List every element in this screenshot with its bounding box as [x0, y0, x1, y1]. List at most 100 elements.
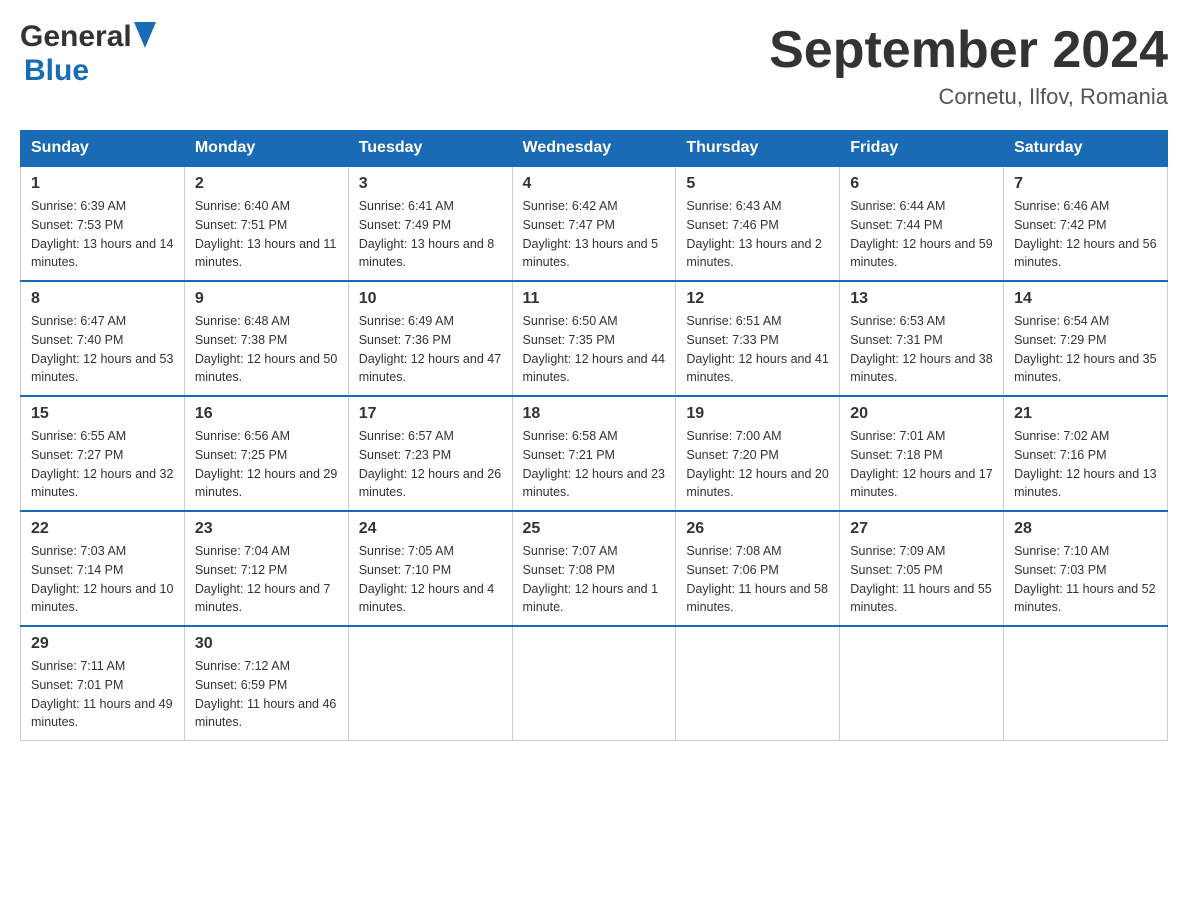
day-number: 30 — [195, 635, 338, 653]
day-number: 12 — [686, 290, 829, 308]
day-number: 4 — [523, 175, 666, 193]
weekday-header-row: SundayMondayTuesdayWednesdayThursdayFrid… — [21, 131, 1168, 167]
calendar-cell: 22 Sunrise: 7:03 AMSunset: 7:14 PMDayligh… — [21, 511, 185, 626]
week-row-3: 15 Sunrise: 6:55 AMSunset: 7:27 PMDayligh… — [21, 396, 1168, 511]
calendar-cell: 7 Sunrise: 6:46 AMSunset: 7:42 PMDaylight… — [1004, 166, 1168, 281]
calendar-cell: 12 Sunrise: 6:51 AMSunset: 7:33 PMDayligh… — [676, 281, 840, 396]
day-number: 7 — [1014, 175, 1157, 193]
week-row-1: 1Sunrise: 6:39 AMSunset: 7:53 PMDaylight… — [21, 166, 1168, 281]
week-row-5: 29 Sunrise: 7:11 AMSunset: 7:01 PMDayligh… — [21, 626, 1168, 741]
day-number: 27 — [850, 520, 993, 538]
calendar-cell: 2 Sunrise: 6:40 AMSunset: 7:51 PMDaylight… — [184, 166, 348, 281]
day-number: 2 — [195, 175, 338, 193]
day-number: 8 — [31, 290, 174, 308]
calendar-cell: 28 Sunrise: 7:10 AMSunset: 7:03 PMDayligh… — [1004, 511, 1168, 626]
calendar-cell: 4Sunrise: 6:42 AMSunset: 7:47 PMDaylight… — [512, 166, 676, 281]
day-number: 25 — [523, 520, 666, 538]
day-info: Sunrise: 6:48 AMSunset: 7:38 PMDaylight:… — [195, 312, 338, 387]
day-info: Sunrise: 6:41 AMSunset: 7:49 PMDaylight:… — [359, 197, 502, 272]
day-number: 6 — [850, 175, 993, 193]
calendar-cell: 6 Sunrise: 6:44 AMSunset: 7:44 PMDaylight… — [840, 166, 1004, 281]
calendar-title: September 2024 — [769, 20, 1168, 80]
calendar-cell: 3 Sunrise: 6:41 AMSunset: 7:49 PMDaylight… — [348, 166, 512, 281]
weekday-header-saturday: Saturday — [1004, 131, 1168, 167]
day-number: 18 — [523, 405, 666, 423]
day-info: Sunrise: 6:40 AMSunset: 7:51 PMDaylight:… — [195, 197, 338, 272]
day-number: 19 — [686, 405, 829, 423]
calendar-cell: 30 Sunrise: 7:12 AMSunset: 6:59 PMDayligh… — [184, 626, 348, 741]
day-info: Sunrise: 6:47 AMSunset: 7:40 PMDaylight:… — [31, 312, 174, 387]
weekday-header-wednesday: Wednesday — [512, 131, 676, 167]
logo-triangle-icon — [134, 22, 156, 48]
day-info: Sunrise: 6:51 AMSunset: 7:33 PMDaylight:… — [686, 312, 829, 387]
logo-general: General — [20, 20, 132, 54]
logo-blue: Blue — [24, 54, 89, 87]
calendar-cell: 26 Sunrise: 7:08 AMSunset: 7:06 PMDayligh… — [676, 511, 840, 626]
day-info: Sunrise: 6:55 AMSunset: 7:27 PMDaylight:… — [31, 427, 174, 502]
day-number: 11 — [523, 290, 666, 308]
week-row-4: 22 Sunrise: 7:03 AMSunset: 7:14 PMDayligh… — [21, 511, 1168, 626]
weekday-header-friday: Friday — [840, 131, 1004, 167]
calendar-cell: 19 Sunrise: 7:00 AMSunset: 7:20 PMDayligh… — [676, 396, 840, 511]
day-number: 26 — [686, 520, 829, 538]
calendar-cell: 15 Sunrise: 6:55 AMSunset: 7:27 PMDayligh… — [21, 396, 185, 511]
calendar-cell: 21Sunrise: 7:02 AMSunset: 7:16 PMDayligh… — [1004, 396, 1168, 511]
calendar-cell: 29 Sunrise: 7:11 AMSunset: 7:01 PMDayligh… — [21, 626, 185, 741]
day-number: 23 — [195, 520, 338, 538]
calendar-cell: 10Sunrise: 6:49 AMSunset: 7:36 PMDayligh… — [348, 281, 512, 396]
calendar-table: SundayMondayTuesdayWednesdayThursdayFrid… — [20, 130, 1168, 741]
calendar-cell: 8 Sunrise: 6:47 AMSunset: 7:40 PMDaylight… — [21, 281, 185, 396]
calendar-subtitle: Cornetu, Ilfov, Romania — [769, 84, 1168, 110]
calendar-cell — [348, 626, 512, 741]
weekday-header-monday: Monday — [184, 131, 348, 167]
calendar-cell: 18Sunrise: 6:58 AMSunset: 7:21 PMDayligh… — [512, 396, 676, 511]
calendar-cell — [840, 626, 1004, 741]
day-info: Sunrise: 7:10 AMSunset: 7:03 PMDaylight:… — [1014, 542, 1157, 617]
day-info: Sunrise: 6:44 AMSunset: 7:44 PMDaylight:… — [850, 197, 993, 272]
calendar-cell — [676, 626, 840, 741]
calendar-cell: 23Sunrise: 7:04 AMSunset: 7:12 PMDayligh… — [184, 511, 348, 626]
day-info: Sunrise: 7:12 AMSunset: 6:59 PMDaylight:… — [195, 657, 338, 732]
day-number: 22 — [31, 520, 174, 538]
calendar-cell: 16Sunrise: 6:56 AMSunset: 7:25 PMDayligh… — [184, 396, 348, 511]
calendar-cell: 1Sunrise: 6:39 AMSunset: 7:53 PMDaylight… — [21, 166, 185, 281]
week-row-2: 8 Sunrise: 6:47 AMSunset: 7:40 PMDaylight… — [21, 281, 1168, 396]
day-info: Sunrise: 7:08 AMSunset: 7:06 PMDaylight:… — [686, 542, 829, 617]
calendar-cell: 20Sunrise: 7:01 AMSunset: 7:18 PMDayligh… — [840, 396, 1004, 511]
day-info: Sunrise: 7:00 AMSunset: 7:20 PMDaylight:… — [686, 427, 829, 502]
day-info: Sunrise: 6:39 AMSunset: 7:53 PMDaylight:… — [31, 197, 174, 272]
calendar-cell — [1004, 626, 1168, 741]
day-info: Sunrise: 6:56 AMSunset: 7:25 PMDaylight:… — [195, 427, 338, 502]
day-info: Sunrise: 6:53 AMSunset: 7:31 PMDaylight:… — [850, 312, 993, 387]
day-info: Sunrise: 6:43 AMSunset: 7:46 PMDaylight:… — [686, 197, 829, 272]
day-info: Sunrise: 7:01 AMSunset: 7:18 PMDaylight:… — [850, 427, 993, 502]
day-number: 9 — [195, 290, 338, 308]
weekday-header-sunday: Sunday — [21, 131, 185, 167]
day-info: Sunrise: 7:02 AMSunset: 7:16 PMDaylight:… — [1014, 427, 1157, 502]
day-number: 29 — [31, 635, 174, 653]
day-info: Sunrise: 6:50 AMSunset: 7:35 PMDaylight:… — [523, 312, 666, 387]
calendar-cell — [512, 626, 676, 741]
weekday-header-thursday: Thursday — [676, 131, 840, 167]
day-info: Sunrise: 7:07 AMSunset: 7:08 PMDaylight:… — [523, 542, 666, 617]
calendar-cell: 17 Sunrise: 6:57 AMSunset: 7:23 PMDayligh… — [348, 396, 512, 511]
calendar-cell: 14Sunrise: 6:54 AMSunset: 7:29 PMDayligh… — [1004, 281, 1168, 396]
calendar-cell: 5Sunrise: 6:43 AMSunset: 7:46 PMDaylight… — [676, 166, 840, 281]
calendar-cell: 25 Sunrise: 7:07 AMSunset: 7:08 PMDayligh… — [512, 511, 676, 626]
day-number: 17 — [359, 405, 502, 423]
calendar-cell: 9 Sunrise: 6:48 AMSunset: 7:38 PMDaylight… — [184, 281, 348, 396]
day-info: Sunrise: 6:46 AMSunset: 7:42 PMDaylight:… — [1014, 197, 1157, 272]
day-number: 28 — [1014, 520, 1157, 538]
day-info: Sunrise: 6:49 AMSunset: 7:36 PMDaylight:… — [359, 312, 502, 387]
day-info: Sunrise: 7:05 AMSunset: 7:10 PMDaylight:… — [359, 542, 502, 617]
day-info: Sunrise: 7:11 AMSunset: 7:01 PMDaylight:… — [31, 657, 174, 732]
day-info: Sunrise: 7:03 AMSunset: 7:14 PMDaylight:… — [31, 542, 174, 617]
weekday-header-tuesday: Tuesday — [348, 131, 512, 167]
calendar-cell: 24 Sunrise: 7:05 AMSunset: 7:10 PMDayligh… — [348, 511, 512, 626]
calendar-cell: 27 Sunrise: 7:09 AMSunset: 7:05 PMDayligh… — [840, 511, 1004, 626]
day-number: 15 — [31, 405, 174, 423]
day-number: 3 — [359, 175, 502, 193]
day-number: 24 — [359, 520, 502, 538]
day-info: Sunrise: 6:57 AMSunset: 7:23 PMDaylight:… — [359, 427, 502, 502]
day-info: Sunrise: 7:09 AMSunset: 7:05 PMDaylight:… — [850, 542, 993, 617]
